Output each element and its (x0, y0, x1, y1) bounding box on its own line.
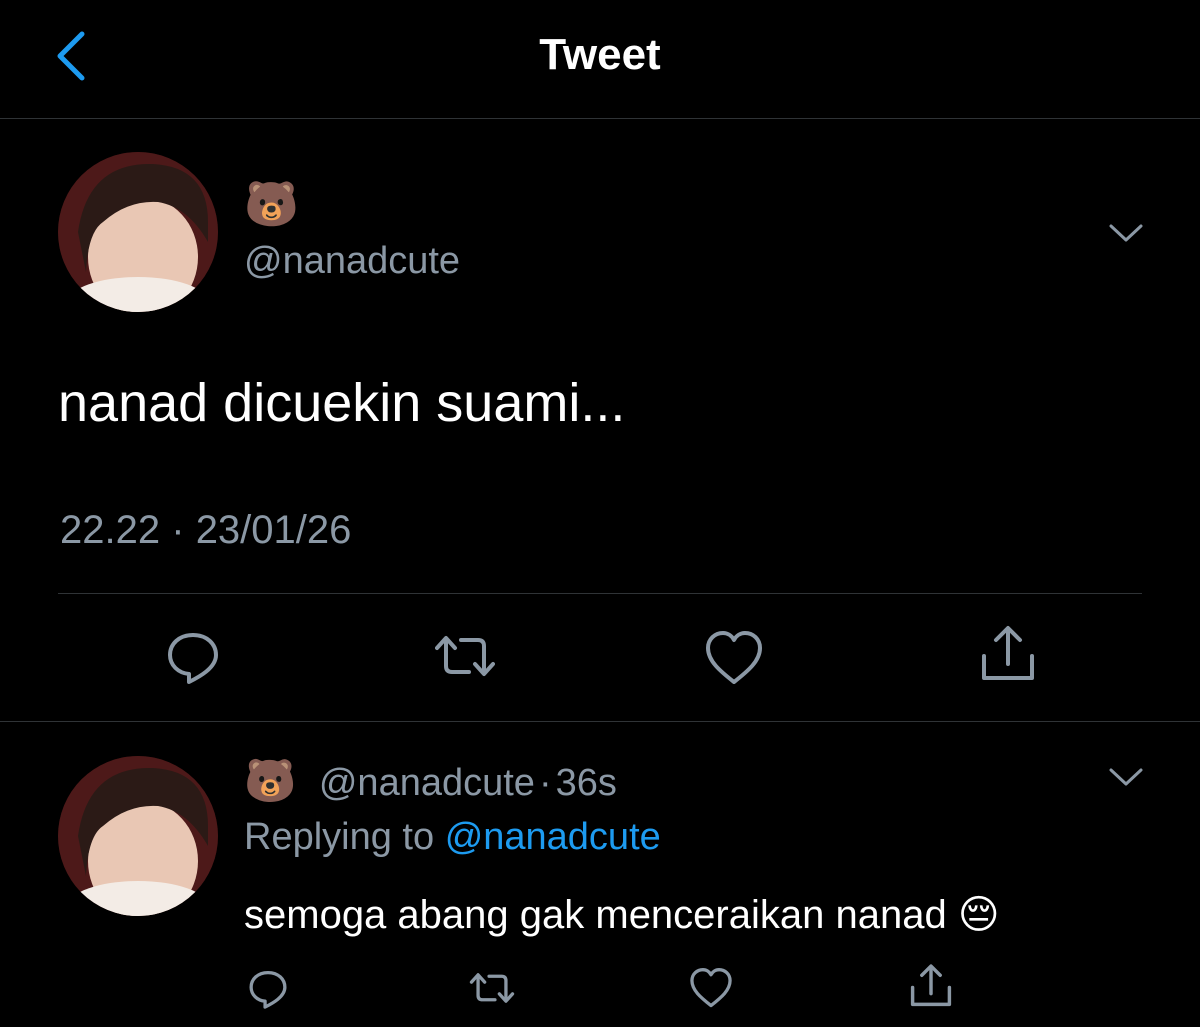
retweet-icon[interactable] (435, 626, 495, 686)
tweet-date: 23/01/26 (195, 508, 352, 552)
meta-divider (58, 593, 1142, 594)
tweet-timestamp: 22.22 · 23/01/26 (60, 508, 351, 553)
replying-handle-link[interactable]: @nanadcute (445, 816, 661, 858)
reply-chevron-down-icon[interactable] (1108, 766, 1144, 788)
reply-handle[interactable]: @nanadcute (319, 762, 535, 804)
reply-age: 36s (555, 762, 617, 804)
display-name-emoji: 🐻 (244, 179, 299, 230)
pensive-emoji: 😔 (957, 892, 1000, 938)
chevron-down-icon[interactable] (1108, 222, 1144, 244)
tweet-text: nanad dicuekin suami... (58, 373, 626, 433)
tweet-divider (0, 721, 1200, 722)
reply-icon[interactable] (163, 626, 223, 686)
page-title: Tweet (539, 30, 661, 79)
share-icon[interactable] (978, 624, 1038, 684)
reply-dot: · (538, 762, 552, 804)
replying-to: Replying to @nanadcute (244, 816, 661, 859)
reply-share-icon[interactable] (908, 962, 954, 1010)
reply-header: 🐻 @nanadcute · 36s (244, 756, 617, 806)
reply-text: semoga abang gak menceraikan nanad (244, 893, 947, 937)
reply-avatar[interactable] (58, 756, 218, 916)
header-divider (0, 118, 1200, 119)
avatar[interactable] (58, 152, 218, 312)
tweet-time: 22.22 (60, 508, 161, 552)
reply-like-icon[interactable] (688, 966, 734, 1010)
reply-text-line: semoga abang gak menceraikan nanad 😔 (244, 892, 1000, 938)
reply-retweet-icon[interactable] (468, 966, 516, 1010)
replying-prefix: Replying to (244, 816, 435, 858)
reply-display-name-emoji: 🐻 (244, 756, 297, 805)
like-icon[interactable] (704, 628, 764, 688)
reply-reply-icon[interactable] (246, 966, 290, 1010)
username-handle[interactable]: @nanadcute (244, 240, 460, 283)
meta-separator: · (171, 508, 185, 552)
